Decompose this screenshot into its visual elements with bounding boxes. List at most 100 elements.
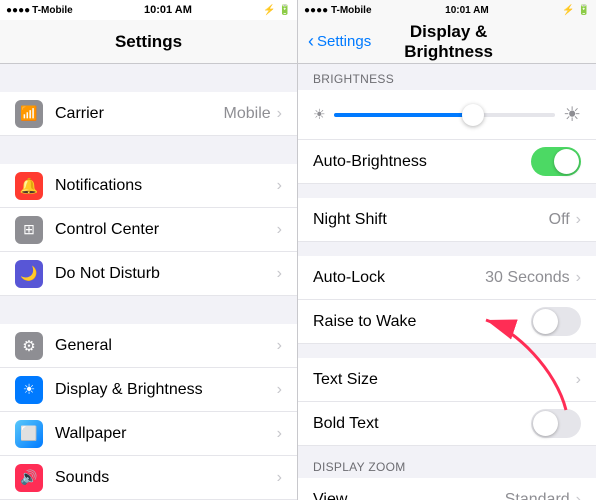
auto-brightness-toggle[interactable] xyxy=(531,147,581,176)
sounds-label: Sounds xyxy=(55,469,277,487)
right-row-view[interactable]: View Standard › xyxy=(298,478,596,500)
right-gap-1 xyxy=(298,184,596,198)
night-shift-value: Off xyxy=(549,211,570,229)
battery-icon: 🔋 xyxy=(279,5,291,16)
display-zoom-header: DISPLAY ZOOM xyxy=(298,452,596,478)
right-nav-bar: ‹ Settings Display & Brightness xyxy=(298,20,596,64)
carrier-icon: 📶 xyxy=(15,100,43,128)
text-size-chevron: › xyxy=(576,371,581,389)
settings-row-general[interactable]: ⚙ General › xyxy=(0,324,297,368)
brightness-fill xyxy=(334,113,467,117)
bold-text-thumb xyxy=(533,411,558,436)
settings-row-notifications[interactable]: 🔔 Notifications › xyxy=(0,164,297,208)
back-button[interactable]: ‹ Settings xyxy=(308,31,371,52)
control-center-chevron: › xyxy=(277,221,282,239)
auto-brightness-label: Auto-Brightness xyxy=(313,153,531,171)
bold-text-toggle[interactable] xyxy=(531,409,581,438)
brightness-slider-row[interactable]: ☀ ☀ xyxy=(298,90,596,140)
right-gap-2 xyxy=(298,242,596,256)
right-row-bold-text[interactable]: Bold Text xyxy=(298,402,596,446)
right-signal-icon: ●●●● xyxy=(304,5,328,16)
auto-lock-value: 30 Seconds xyxy=(485,269,570,287)
right-status-bar: ●●●● T-Mobile 10:01 AM ⚡ 🔋 xyxy=(298,0,596,20)
general-chevron: › xyxy=(277,337,282,355)
display-brightness-icon: ☀ xyxy=(15,376,43,404)
right-row-night-shift[interactable]: Night Shift Off › xyxy=(298,198,596,242)
settings-row-display-brightness[interactable]: ☀ Display & Brightness › xyxy=(0,368,297,412)
left-time: 10:01 AM xyxy=(144,4,192,16)
back-chevron-icon: ‹ xyxy=(308,31,314,52)
general-icon: ⚙ xyxy=(15,332,43,360)
right-content: BRIGHTNESS ☀ ☀ Auto-Brightness Night Shi… xyxy=(298,64,596,500)
carrier-label-row: Carrier xyxy=(55,105,224,123)
section-gap-3 xyxy=(0,296,297,324)
right-battery-icon: 🔋 xyxy=(578,5,590,16)
right-bluetooth-icon: ⚡ xyxy=(562,5,574,16)
settings-row-sounds[interactable]: 🔊 Sounds › xyxy=(0,456,297,500)
back-label: Settings xyxy=(317,33,371,50)
right-carrier-signal: ●●●● T-Mobile xyxy=(304,5,372,16)
raise-to-wake-thumb xyxy=(533,309,558,334)
settings-row-wallpaper[interactable]: ⬜ Wallpaper › xyxy=(0,412,297,456)
view-chevron: › xyxy=(576,491,581,500)
wallpaper-label: Wallpaper xyxy=(55,425,277,443)
do-not-disturb-chevron: › xyxy=(277,265,282,283)
raise-to-wake-label: Raise to Wake xyxy=(313,313,531,331)
left-carrier-signal: ●●●● T-Mobile xyxy=(6,5,73,16)
brightness-thumb xyxy=(462,104,484,126)
brightness-high-icon: ☀ xyxy=(563,102,581,127)
right-panel: ●●●● T-Mobile 10:01 AM ⚡ 🔋 ‹ Settings Di… xyxy=(298,0,596,500)
auto-lock-chevron: › xyxy=(576,269,581,287)
carrier-chevron: › xyxy=(277,105,282,123)
section-gap-1 xyxy=(0,64,297,92)
text-size-label: Text Size xyxy=(313,371,576,389)
do-not-disturb-label: Do Not Disturb xyxy=(55,265,277,283)
control-center-label: Control Center xyxy=(55,221,277,239)
brightness-low-icon: ☀ xyxy=(313,106,326,123)
right-battery-area: ⚡ 🔋 xyxy=(562,5,590,16)
settings-row-do-not-disturb[interactable]: 🌙 Do Not Disturb › xyxy=(0,252,297,296)
right-row-auto-brightness[interactable]: Auto-Brightness xyxy=(298,140,596,184)
right-nav-title: Display & Brightness xyxy=(371,22,526,62)
bold-text-label: Bold Text xyxy=(313,415,531,433)
right-row-raise-to-wake[interactable]: Raise to Wake xyxy=(298,300,596,344)
brightness-section-header: BRIGHTNESS xyxy=(298,64,596,90)
view-value: Standard xyxy=(505,491,570,500)
right-row-auto-lock[interactable]: Auto-Lock 30 Seconds › xyxy=(298,256,596,300)
carrier-label: T-Mobile xyxy=(32,5,73,16)
raise-to-wake-toggle[interactable] xyxy=(531,307,581,336)
left-battery: ⚡ 🔋 xyxy=(263,5,291,16)
settings-row-control-center[interactable]: ⊞ Control Center › xyxy=(0,208,297,252)
left-panel: ●●●● T-Mobile 10:01 AM ⚡ 🔋 Settings 📶 Ca… xyxy=(0,0,298,500)
bluetooth-icon: ⚡ xyxy=(263,5,275,16)
night-shift-label: Night Shift xyxy=(313,211,549,229)
left-settings-list: 📶 Carrier Mobile › 🔔 Notifications › ⊞ C… xyxy=(0,64,297,500)
left-status-bar: ●●●● T-Mobile 10:01 AM ⚡ 🔋 xyxy=(0,0,297,20)
view-label: View xyxy=(313,491,505,500)
sounds-chevron: › xyxy=(277,469,282,487)
left-nav-bar: Settings xyxy=(0,20,297,64)
notifications-icon: 🔔 xyxy=(15,172,43,200)
settings-row-carrier[interactable]: 📶 Carrier Mobile › xyxy=(0,92,297,136)
night-shift-chevron: › xyxy=(576,211,581,229)
display-brightness-chevron: › xyxy=(277,381,282,399)
right-gap-3 xyxy=(298,344,596,358)
wallpaper-chevron: › xyxy=(277,425,282,443)
section-gap-2 xyxy=(0,136,297,164)
display-brightness-label: Display & Brightness xyxy=(55,381,277,399)
control-center-icon: ⊞ xyxy=(15,216,43,244)
right-carrier-label: T-Mobile xyxy=(331,5,372,16)
signal-icon: ●●●● xyxy=(6,5,30,16)
notifications-label: Notifications xyxy=(55,177,277,195)
toggle-thumb xyxy=(554,149,579,174)
right-row-text-size[interactable]: Text Size › xyxy=(298,358,596,402)
sounds-icon: 🔊 xyxy=(15,464,43,492)
wallpaper-icon: ⬜ xyxy=(15,420,43,448)
do-not-disturb-icon: 🌙 xyxy=(15,260,43,288)
brightness-slider[interactable] xyxy=(334,113,556,117)
right-time: 10:01 AM xyxy=(445,5,489,16)
notifications-chevron: › xyxy=(277,177,282,195)
left-nav-title: Settings xyxy=(115,32,182,52)
auto-lock-label: Auto-Lock xyxy=(313,269,485,287)
general-label: General xyxy=(55,337,277,355)
